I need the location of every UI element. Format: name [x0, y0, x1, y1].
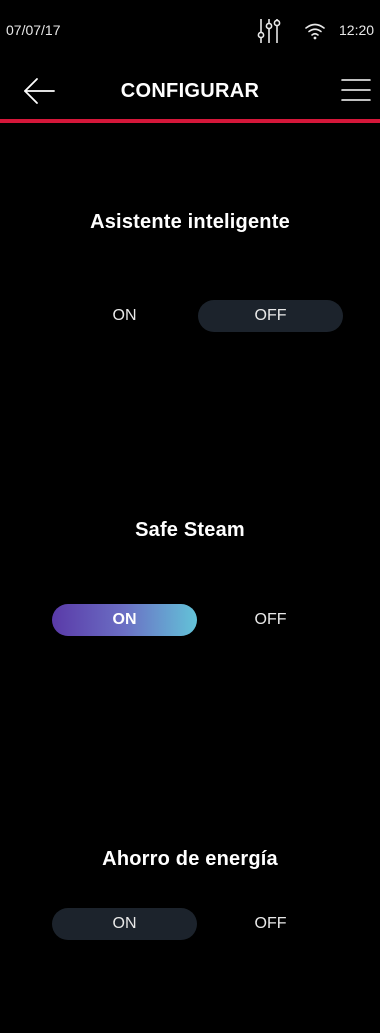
app-header: CONFIGURAR: [0, 60, 380, 124]
setting-title: Ahorro de energía: [102, 848, 278, 870]
toggle-off-button[interactable]: OFF: [198, 300, 343, 332]
mixer-icon: [257, 19, 281, 43]
wifi-icon: [305, 23, 325, 40]
toggle-on-button[interactable]: ON: [52, 908, 197, 940]
hamburger-menu-icon[interactable]: [340, 76, 372, 104]
toggle-on-button[interactable]: ON: [52, 300, 197, 332]
toggle-off-button[interactable]: OFF: [198, 908, 343, 940]
status-bar: 07/07/17 12:20: [0, 0, 380, 60]
status-date: 07/07/17: [6, 22, 61, 38]
status-time: 12:20: [339, 22, 375, 38]
toggle-on-button[interactable]: ON: [52, 604, 197, 636]
setting-title: Asistente inteligente: [90, 211, 290, 233]
page-title: CONFIGURAR: [120, 80, 260, 102]
header-divider: [0, 119, 380, 123]
toggle-off-button[interactable]: OFF: [198, 604, 343, 636]
setting-title: Safe Steam: [135, 519, 245, 541]
